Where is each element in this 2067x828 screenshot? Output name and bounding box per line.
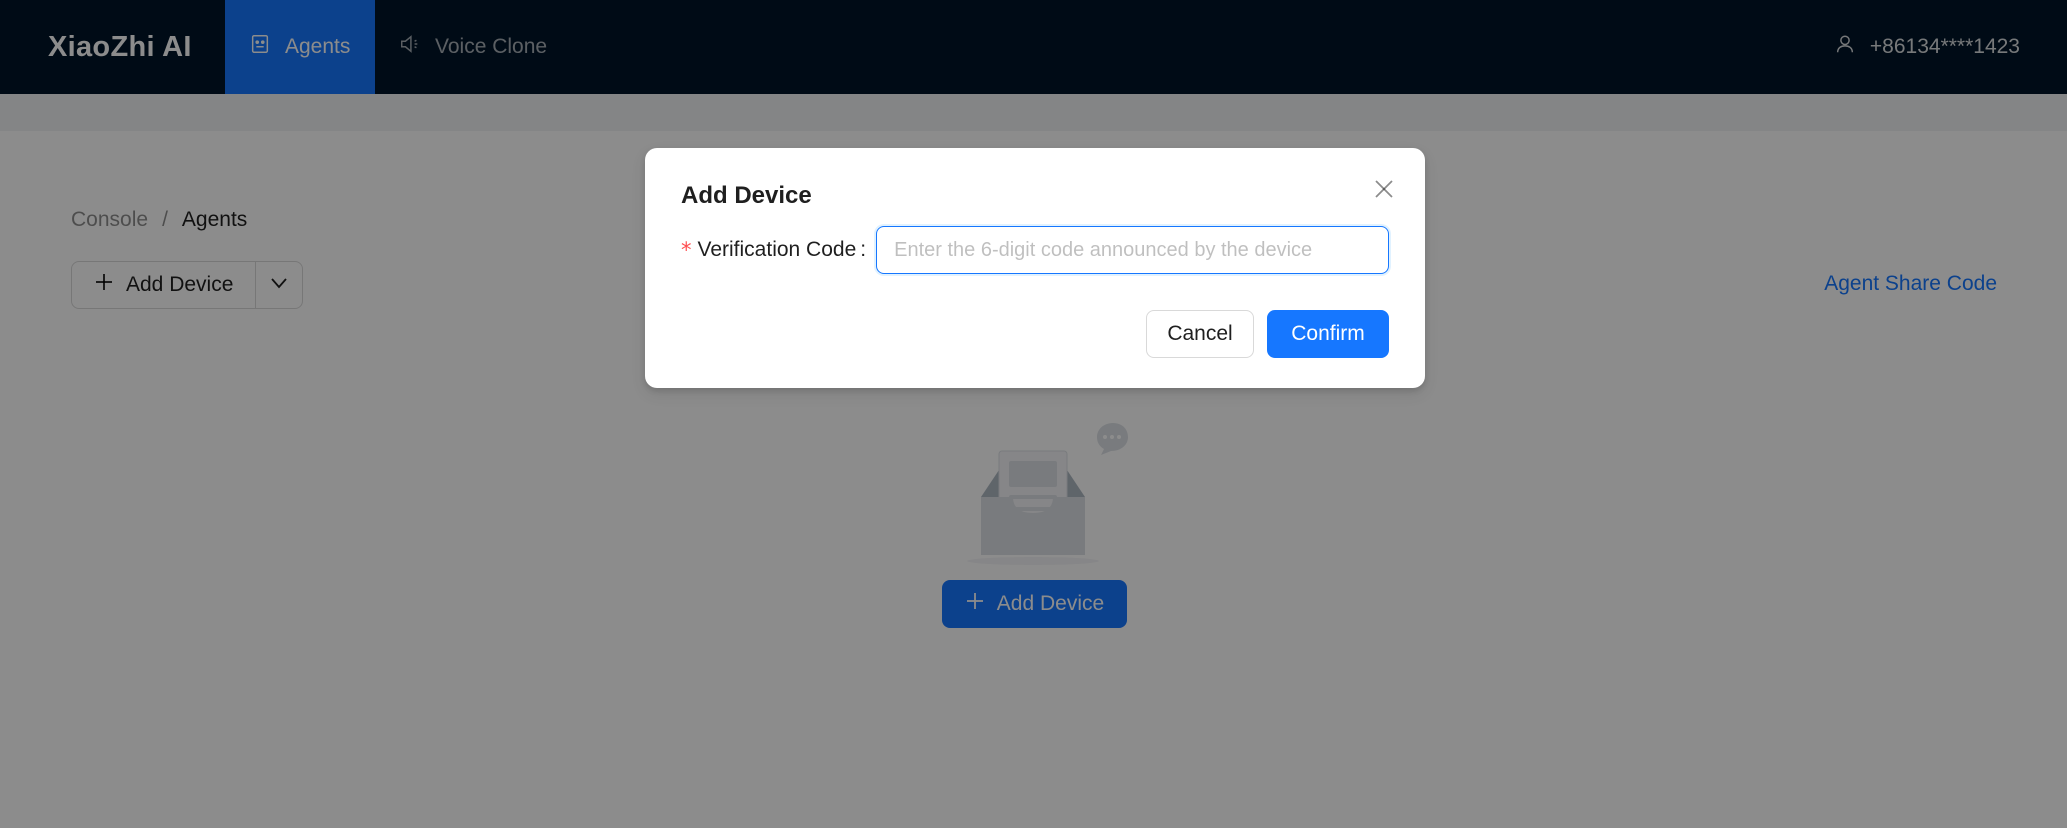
add-device-dialog: Add Device * Verification Code : Cancel … (645, 148, 1425, 388)
verification-code-label: Verification Code (697, 238, 857, 261)
confirm-button[interactable]: Confirm (1267, 310, 1389, 358)
dialog-title: Add Device (681, 182, 812, 209)
dialog-footer: Cancel Confirm (1146, 310, 1389, 358)
close-icon (1373, 178, 1395, 205)
label-colon: : (860, 238, 867, 261)
verification-code-input[interactable] (876, 226, 1389, 274)
verification-code-row: * Verification Code : (681, 226, 1389, 274)
required-mark: * (681, 238, 692, 262)
close-button[interactable] (1371, 178, 1397, 204)
cancel-button[interactable]: Cancel (1146, 310, 1254, 358)
modal-mask[interactable] (0, 0, 2067, 828)
